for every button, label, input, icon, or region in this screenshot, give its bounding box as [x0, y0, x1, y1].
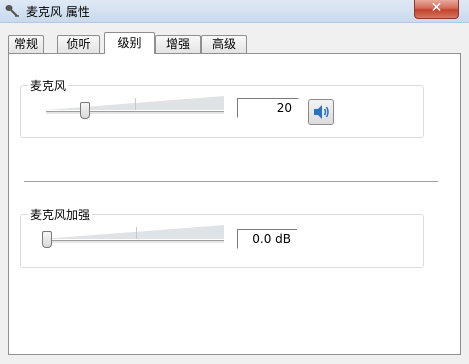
speaker-icon: [314, 105, 329, 119]
tab-advanced[interactable]: 高级: [201, 35, 247, 53]
microphone-boost-text: 0.0 dB: [252, 232, 291, 246]
microphone-mute-button[interactable]: [308, 99, 334, 125]
close-button[interactable]: ✕: [414, 0, 459, 19]
tab-label: 级别: [117, 36, 142, 50]
tab-levels[interactable]: 级别: [104, 32, 155, 54]
tab-enhancements[interactable]: 增强: [155, 35, 201, 53]
microphone-boost-slider[interactable]: [42, 225, 224, 248]
microphone-level-slider[interactable]: [46, 96, 224, 119]
slider-tick: [136, 227, 137, 239]
slider-track: [42, 240, 224, 244]
title-bar: 麦克风 属性 ✕: [0, 0, 469, 23]
tab-label: 侦听: [66, 37, 91, 51]
microphone-label: 麦克风: [28, 77, 69, 94]
tab-label: 增强: [165, 37, 190, 51]
tab-listen[interactable]: 侦听: [57, 35, 100, 53]
window-edge: [461, 53, 469, 364]
tab-general[interactable]: 常规: [8, 35, 44, 53]
window-title: 麦克风 属性: [26, 5, 90, 19]
separator: [24, 181, 438, 182]
microphone-boost-value[interactable]: 0.0 dB: [237, 229, 297, 249]
microphone-boost-label: 麦克风加强: [28, 206, 93, 223]
slider-track: [46, 111, 224, 115]
slider-tick: [135, 98, 136, 110]
boost-slider-thumb[interactable]: [42, 231, 52, 248]
microphone-icon: [5, 5, 19, 17]
microphone-level-text: 20: [276, 101, 292, 115]
microphone-level-value[interactable]: 20: [237, 98, 299, 118]
boost-ramp: [42, 225, 224, 239]
close-icon: ✕: [430, 0, 443, 16]
tab-label: 高级: [211, 37, 236, 51]
tab-label: 常规: [13, 37, 38, 51]
microphone-slider-thumb[interactable]: [80, 102, 90, 119]
